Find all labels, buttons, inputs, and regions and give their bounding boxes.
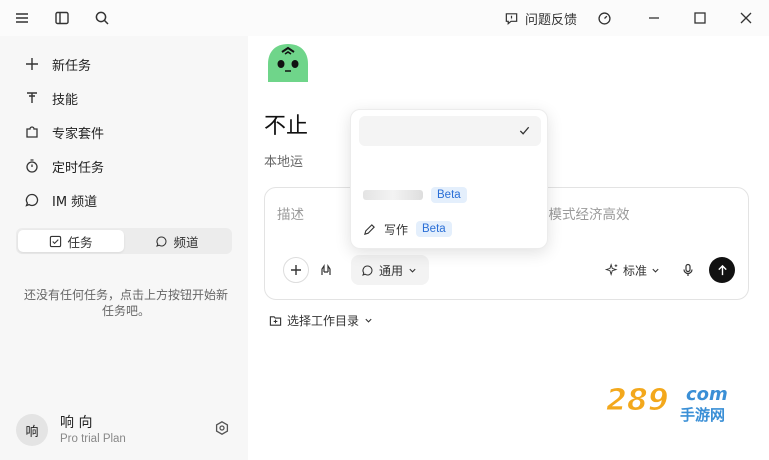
sidebar-item-label: 定时任务 xyxy=(52,160,105,176)
attach-button[interactable] xyxy=(283,257,309,283)
empty-tasks-message: 还没有任何任务，点击上方按钮开始新任务吧。 xyxy=(24,288,229,318)
close-icon xyxy=(740,12,752,24)
page-subtitle: 本地运 xyxy=(264,155,304,170)
menu-icon xyxy=(16,13,28,23)
app-logo xyxy=(264,40,312,86)
title-bar: 问题反馈 xyxy=(0,0,769,36)
sparkle-icon xyxy=(605,263,618,277)
chevron-down-icon xyxy=(409,268,416,273)
check-icon xyxy=(519,126,530,135)
sidebar-item-label: 专家套件 xyxy=(52,126,105,142)
microphone-icon xyxy=(683,263,693,276)
close-button[interactable] xyxy=(732,6,760,30)
sidebar-item-skills[interactable]: 技能 xyxy=(16,83,236,113)
pencil-icon xyxy=(364,223,375,235)
select-workdir-button[interactable]: 选择工作目录 xyxy=(269,311,373,329)
user-plan: Pro trial Plan xyxy=(60,433,126,445)
quality-select[interactable]: 标准 xyxy=(605,260,660,280)
plus-icon xyxy=(26,58,38,70)
tab-label: 任务 xyxy=(67,234,93,250)
arrow-up-icon xyxy=(717,264,727,275)
search-icon xyxy=(95,11,109,25)
voice-input-button[interactable] xyxy=(675,257,701,283)
checkbox-icon xyxy=(50,235,62,247)
dropdown-item-label: 写作 xyxy=(384,222,409,237)
watermark-brand: 289 xyxy=(606,383,669,418)
dropdown-item-beta[interactable]: Beta xyxy=(359,180,541,210)
sidebar-item-new-task[interactable]: 新任务 xyxy=(16,49,236,79)
composer-hint: 捷模式经济高效 xyxy=(535,207,630,223)
tab-label: 频道 xyxy=(173,234,199,250)
minimize-button[interactable] xyxy=(640,6,668,30)
dropdown-item-label xyxy=(363,190,423,200)
chat-icon xyxy=(156,236,167,247)
sidebar-item-im-channels[interactable]: IM 频道 xyxy=(16,185,236,215)
mode-dropdown-menu: Beta 写作 Beta xyxy=(350,109,548,249)
tab-channels[interactable]: 频道 xyxy=(124,230,230,252)
sidebar-item-label: 新任务 xyxy=(52,58,92,74)
sidebar-item-scheduled-tasks[interactable]: 定时任务 xyxy=(16,151,236,181)
watermark: 289 com 手游网 xyxy=(604,376,754,426)
maximize-icon xyxy=(694,12,706,24)
feedback-button[interactable]: 问题反馈 xyxy=(504,8,577,28)
beta-badge: Beta xyxy=(431,187,467,203)
maximize-button[interactable] xyxy=(686,6,714,30)
mode-select[interactable]: 通用 xyxy=(351,255,429,285)
sidebar: 新任务 技能 专家套件 定时任务 IM 频道 任务 频道 还没有任何任务，点击上… xyxy=(0,36,248,460)
sidebar-toggle-icon xyxy=(55,11,69,25)
chevron-down-icon xyxy=(652,268,659,273)
mascot-logo-icon xyxy=(268,44,308,82)
search-button[interactable] xyxy=(90,6,114,30)
page-title: 不止 xyxy=(264,114,309,139)
feedback-icon xyxy=(505,12,518,25)
sidebar-toggle-button[interactable] xyxy=(50,6,74,30)
watermark-tagline: 手游网 xyxy=(680,406,725,424)
settings-button[interactable] xyxy=(214,420,234,440)
sidebar-item-expert-kits[interactable]: 专家套件 xyxy=(16,117,236,147)
mode-select-label: 通用 xyxy=(379,263,404,278)
puzzle-icon xyxy=(26,126,38,138)
plus-icon xyxy=(291,265,301,275)
sidebar-tabs: 任务 频道 xyxy=(16,228,232,254)
user-name: 响 向 xyxy=(60,415,93,431)
user-profile[interactable]: 响 响 向 Pro trial Plan xyxy=(16,414,236,450)
gauge-icon xyxy=(597,11,611,25)
avatar: 响 xyxy=(16,414,48,446)
watermark-logo-icon: 289 com 手游网 xyxy=(606,383,728,425)
sidebar-item-label: 技能 xyxy=(52,92,79,108)
menu-button[interactable] xyxy=(10,6,34,30)
send-button[interactable] xyxy=(709,257,735,283)
timer-icon xyxy=(26,159,38,173)
watermark-suffix: com xyxy=(686,384,728,405)
workdir-label: 选择工作目录 xyxy=(287,313,360,328)
skill-icon xyxy=(27,92,37,103)
gear-icon xyxy=(215,421,229,435)
chat-icon xyxy=(362,265,373,276)
quality-select-label: 标准 xyxy=(623,263,648,278)
beta-badge: Beta xyxy=(416,221,452,237)
hands-icon xyxy=(321,264,331,275)
chevron-down-icon xyxy=(365,318,372,323)
minimize-icon xyxy=(649,17,659,19)
folder-icon xyxy=(269,315,282,326)
composer-input[interactable]: 描述 xyxy=(277,203,304,223)
dropdown-item-writing[interactable]: 写作 Beta xyxy=(359,214,541,244)
dropdown-item-selected[interactable] xyxy=(359,116,541,146)
tab-tasks[interactable]: 任务 xyxy=(18,230,124,252)
feedback-label: 问题反馈 xyxy=(525,12,578,28)
gauge-button[interactable] xyxy=(592,6,616,30)
sidebar-item-label: IM 频道 xyxy=(52,194,98,210)
agent-mode-button[interactable] xyxy=(313,257,339,283)
chat-icon xyxy=(25,193,39,207)
